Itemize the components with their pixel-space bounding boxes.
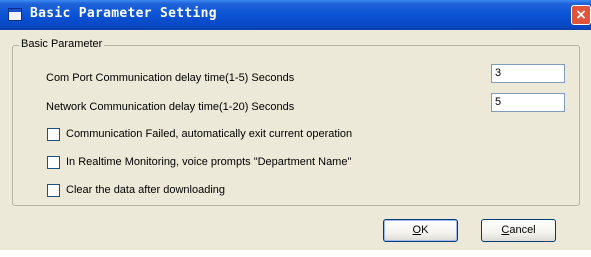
cancel-label-rest: ancel: [509, 224, 536, 236]
cancel-button[interactable]: Cancel: [481, 219, 556, 242]
window-bottom-edge: [0, 250, 591, 257]
network-delay-label: Network Communication delay time(1-20) S…: [46, 101, 295, 113]
close-button[interactable]: ×: [571, 5, 591, 25]
title-bar[interactable]: Basic Parameter Setting ×: [0, 0, 591, 30]
voice-prompt-label[interactable]: In Realtime Monitoring, voice prompts "D…: [66, 156, 351, 168]
auto-exit-checkbox[interactable]: [47, 128, 60, 141]
network-delay-input[interactable]: 5: [491, 93, 565, 112]
voice-prompt-checkbox[interactable]: [47, 156, 60, 169]
clear-data-label[interactable]: Clear the data after downloading: [66, 184, 225, 196]
group-legend: Basic Parameter: [19, 38, 105, 50]
ok-label-rest: K: [421, 224, 429, 236]
window-title: Basic Parameter Setting: [30, 6, 217, 21]
com-port-delay-label: Com Port Communication delay time(1-5) S…: [46, 72, 295, 84]
ok-button[interactable]: OK: [383, 219, 458, 242]
com-port-delay-input[interactable]: 3: [491, 64, 565, 83]
auto-exit-label[interactable]: Communication Failed, automatically exit…: [66, 128, 352, 140]
app-window-icon: [8, 8, 22, 21]
dialog-window: Basic Parameter Setting × Basic Paramete…: [0, 0, 591, 257]
clear-data-checkbox[interactable]: [47, 184, 60, 197]
ok-mnemonic: O: [412, 224, 422, 236]
